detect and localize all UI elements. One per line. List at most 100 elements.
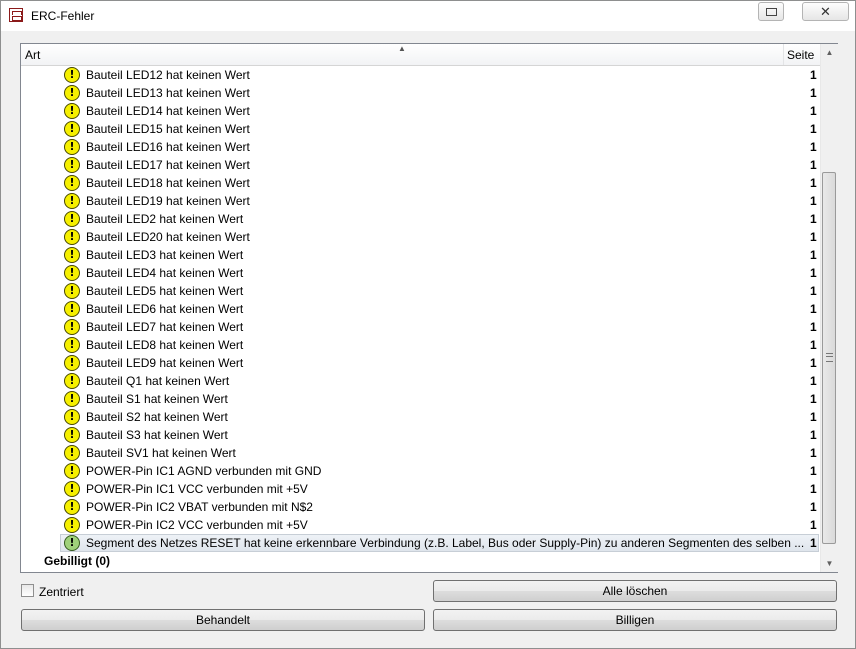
- list-item[interactable]: ! Bauteil LED18 hat keinen Wert 1: [21, 174, 820, 192]
- vertical-scrollbar[interactable]: ▲ ▼: [820, 44, 838, 572]
- warning-icon: !: [64, 409, 80, 425]
- list-item[interactable]: ! POWER-Pin IC1 AGND verbunden mit GND 1: [21, 462, 820, 480]
- error-page: 1: [810, 518, 817, 532]
- list-item[interactable]: ! Bauteil LED16 hat keinen Wert 1: [21, 138, 820, 156]
- error-text: POWER-Pin IC2 VBAT verbunden mit N$2: [86, 500, 313, 514]
- column-header-art[interactable]: Art ▲: [21, 44, 784, 65]
- list-header: Art ▲ Seite: [21, 44, 820, 66]
- group-approved[interactable]: Gebilligt (0): [44, 554, 110, 568]
- error-text: Bauteil Q1 hat keinen Wert: [86, 374, 230, 388]
- error-text: Bauteil LED17 hat keinen Wert: [86, 158, 250, 172]
- error-page: 1: [810, 302, 817, 316]
- list-item[interactable]: ! Bauteil LED4 hat keinen Wert 1: [21, 264, 820, 282]
- error-page: 1: [810, 392, 817, 406]
- error-page: 1: [810, 482, 817, 496]
- column-seite-label: Seite: [787, 48, 815, 62]
- warning-icon: !: [64, 373, 80, 389]
- warning-icon: !: [64, 175, 80, 191]
- scroll-down-arrow-icon[interactable]: ▼: [821, 555, 838, 572]
- warning-icon: !: [64, 427, 80, 443]
- scroll-thumb[interactable]: [822, 172, 836, 544]
- list-item[interactable]: ! Bauteil LED8 hat keinen Wert 1: [21, 336, 820, 354]
- error-text: Bauteil S2 hat keinen Wert: [86, 410, 228, 424]
- list-item[interactable]: ! Bauteil S3 hat keinen Wert 1: [21, 426, 820, 444]
- error-text: Bauteil LED7 hat keinen Wert: [86, 320, 244, 334]
- list-item[interactable]: ! Bauteil LED17 hat keinen Wert 1: [21, 156, 820, 174]
- error-page: 1: [810, 428, 817, 442]
- error-text: Bauteil LED20 hat keinen Wert: [86, 230, 250, 244]
- error-text: Bauteil LED19 hat keinen Wert: [86, 194, 250, 208]
- warning-icon: !: [64, 283, 80, 299]
- handled-button[interactable]: Behandelt: [21, 609, 425, 631]
- list-item[interactable]: ! Bauteil SV1 hat keinen Wert 1: [21, 444, 820, 462]
- error-page: 1: [810, 86, 817, 100]
- error-text: Bauteil LED8 hat keinen Wert: [86, 338, 244, 352]
- error-page: 1: [810, 194, 817, 208]
- error-text: Bauteil LED14 hat keinen Wert: [86, 104, 250, 118]
- title-bar: ERC-Fehler ✕: [1, 1, 855, 31]
- list-item[interactable]: ! Bauteil LED19 hat keinen Wert 1: [21, 192, 820, 210]
- warning-icon: !: [64, 193, 80, 209]
- list-item[interactable]: ! POWER-Pin IC2 VBAT verbunden mit N$2 1: [21, 498, 820, 516]
- error-page: 1: [810, 500, 817, 514]
- error-text: Bauteil LED16 hat keinen Wert: [86, 140, 250, 154]
- list-item[interactable]: ! Bauteil LED2 hat keinen Wert 1: [21, 210, 820, 228]
- approve-button[interactable]: Billigen: [433, 609, 837, 631]
- list-item[interactable]: ! Bauteil LED5 hat keinen Wert 1: [21, 282, 820, 300]
- error-text: POWER-Pin IC1 AGND verbunden mit GND: [86, 464, 322, 478]
- error-page: 1: [810, 320, 817, 334]
- warning-icon: !: [64, 463, 80, 479]
- error-page: 1: [810, 212, 817, 226]
- close-button[interactable]: ✕: [802, 2, 849, 21]
- column-art-label: Art: [25, 48, 41, 62]
- warning-icon: !: [64, 139, 80, 155]
- error-page: 1: [810, 464, 817, 478]
- list-item[interactable]: ! POWER-Pin IC2 VCC verbunden mit +5V 1: [21, 516, 820, 534]
- error-page: 1: [810, 230, 817, 244]
- error-list[interactable]: Art ▲ Seite ! Bauteil LED12 hat keinen We…: [20, 43, 838, 573]
- warning-icon: !: [64, 121, 80, 137]
- warning-icon: !: [64, 337, 80, 353]
- error-text: POWER-Pin IC2 VCC verbunden mit +5V: [86, 518, 308, 532]
- list-item[interactable]: ! POWER-Pin IC1 VCC verbunden mit +5V 1: [21, 480, 820, 498]
- list-rows: ! Bauteil LED12 hat keinen Wert 1! Bauteil …: [21, 66, 820, 572]
- error-page: 1: [810, 338, 817, 352]
- error-text: Bauteil LED6 hat keinen Wert: [86, 302, 244, 316]
- list-item[interactable]: ! Bauteil LED6 hat keinen Wert 1: [21, 300, 820, 318]
- error-page: 1: [810, 284, 817, 298]
- clear-all-button[interactable]: Alle löschen: [433, 580, 837, 602]
- list-item[interactable]: ! Bauteil LED12 hat keinen Wert 1: [21, 66, 820, 84]
- list-item[interactable]: ! Bauteil LED3 hat keinen Wert 1: [21, 246, 820, 264]
- error-page: 1: [810, 266, 817, 280]
- error-text: POWER-Pin IC1 VCC verbunden mit +5V: [86, 482, 308, 496]
- error-text: Bauteil S3 hat keinen Wert: [86, 428, 228, 442]
- centered-checkbox[interactable]: [21, 584, 34, 597]
- error-page: 1: [810, 122, 817, 136]
- error-text: Bauteil LED5 hat keinen Wert: [86, 284, 244, 298]
- scroll-up-arrow-icon[interactable]: ▲: [821, 44, 838, 61]
- warning-icon: !: [64, 355, 80, 371]
- list-item[interactable]: ! Bauteil Q1 hat keinen Wert 1: [21, 372, 820, 390]
- column-header-seite[interactable]: Seite: [784, 44, 820, 65]
- error-text: Bauteil LED12 hat keinen Wert: [86, 68, 250, 82]
- restore-button[interactable]: [758, 2, 784, 21]
- erc-dialog: ERC-Fehler ✕ Art ▲ Seite ! Bauteil LED12 …: [0, 0, 856, 649]
- list-item[interactable]: ! Bauteil LED7 hat keinen Wert 1: [21, 318, 820, 336]
- list-item[interactable]: ! Bauteil LED13 hat keinen Wert 1: [21, 84, 820, 102]
- warning-icon: !: [64, 157, 80, 173]
- list-item[interactable]: ! Bauteil LED15 hat keinen Wert 1: [21, 120, 820, 138]
- warning-icon: !: [64, 247, 80, 263]
- warning-icon: !: [64, 229, 80, 245]
- list-item[interactable]: ! Bauteil LED9 hat keinen Wert 1: [21, 354, 820, 372]
- error-text: Bauteil LED3 hat keinen Wert: [86, 248, 244, 262]
- list-item[interactable]: ! Bauteil S2 hat keinen Wert 1: [21, 408, 820, 426]
- scroll-grip-icon: [826, 353, 833, 362]
- error-page: 1: [810, 68, 817, 82]
- list-item[interactable]: ! Bauteil LED20 hat keinen Wert 1: [21, 228, 820, 246]
- list-item[interactable]: ! Bauteil S1 hat keinen Wert 1: [21, 390, 820, 408]
- list-item[interactable]: ! Segment des Netzes RESET hat keine erke…: [21, 534, 820, 552]
- warning-icon: !: [64, 301, 80, 317]
- warning-icon: !: [64, 85, 80, 101]
- list-item[interactable]: ! Bauteil LED14 hat keinen Wert 1: [21, 102, 820, 120]
- warning-icon: !: [64, 211, 80, 227]
